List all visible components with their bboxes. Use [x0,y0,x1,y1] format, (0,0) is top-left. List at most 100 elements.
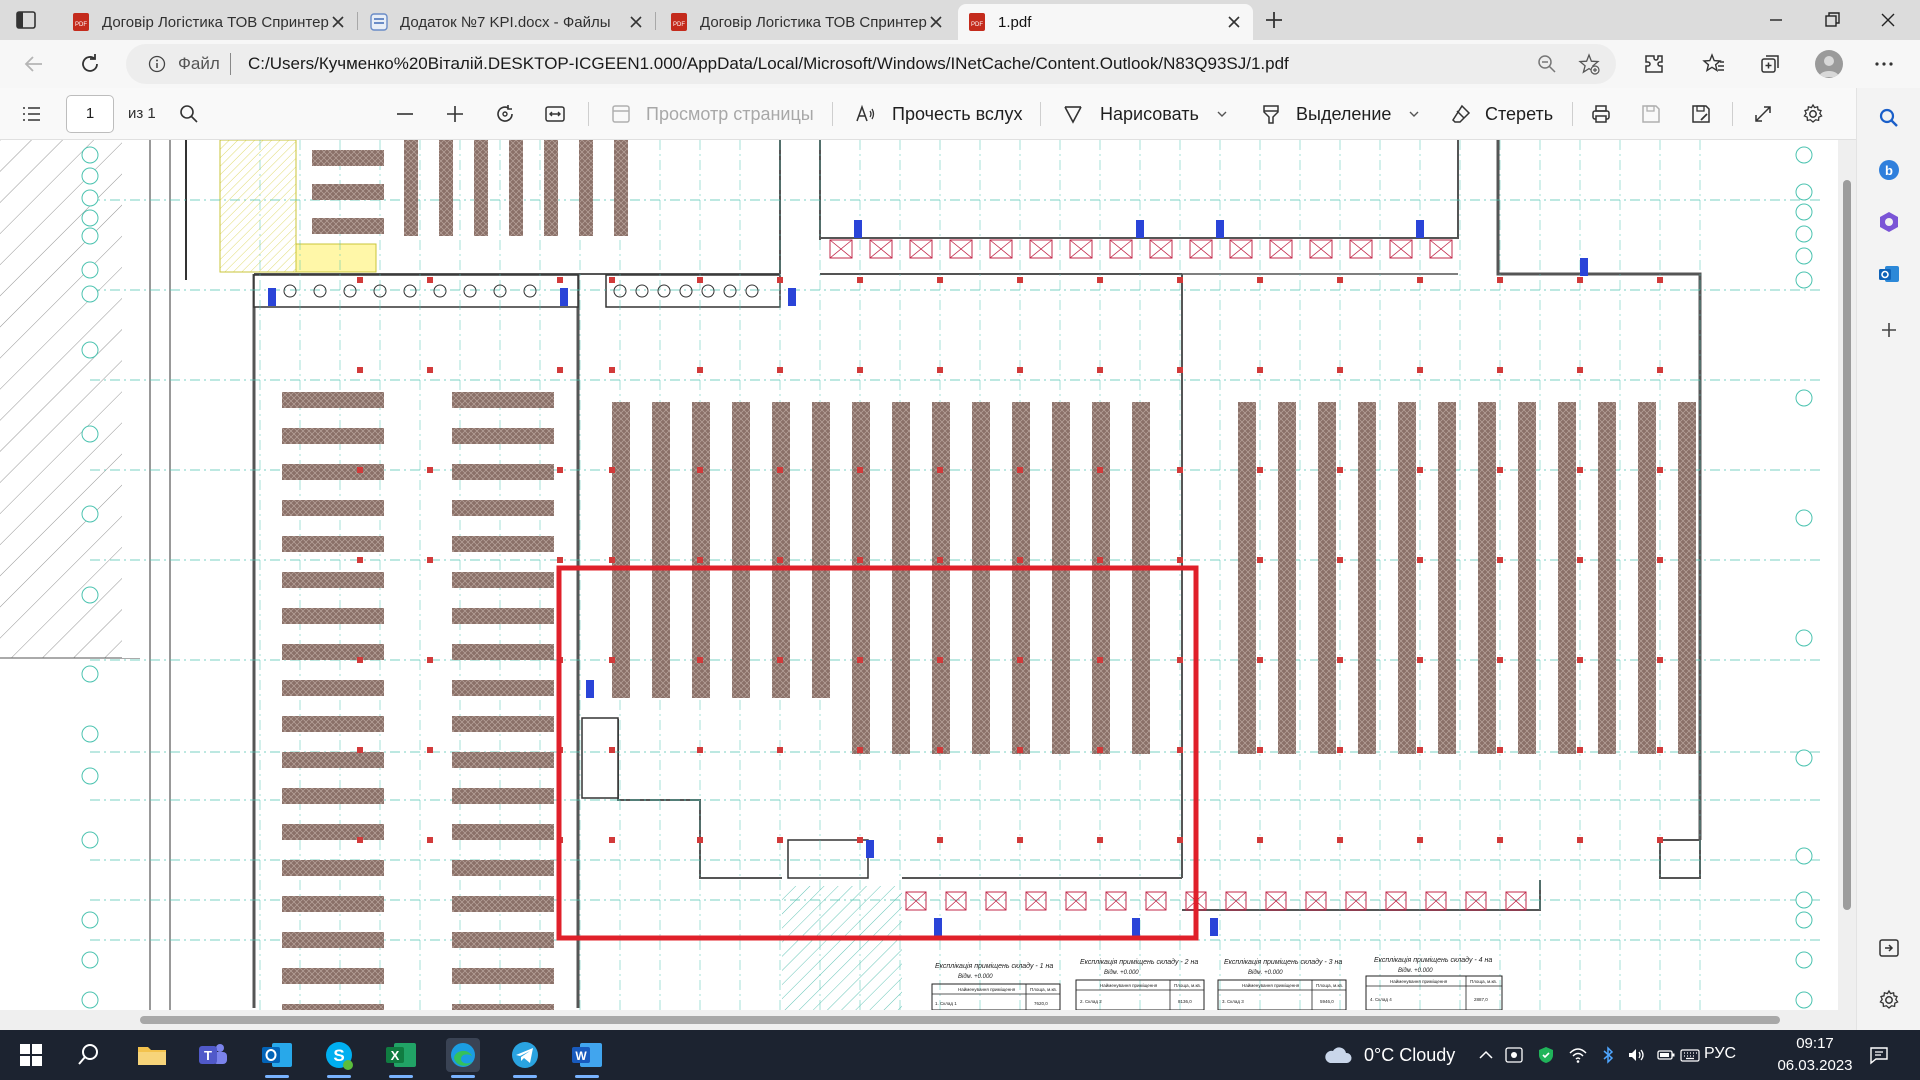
highlight-label[interactable]: Выделение [1296,104,1391,125]
eraser-icon[interactable] [1450,103,1472,125]
skype-icon[interactable]: S [322,1038,356,1078]
minimize-icon[interactable] [1764,8,1788,32]
save-as-icon[interactable] [1690,103,1712,125]
chevron-down-icon[interactable] [1408,108,1420,120]
settings-icon[interactable] [1802,103,1824,125]
zoom-out-icon[interactable] [394,103,416,125]
page-number-input[interactable]: 1 [66,95,114,133]
draw-icon[interactable] [1062,103,1084,125]
weather-text[interactable]: 0°C Cloudy [1364,1045,1455,1066]
pdf-viewport[interactable]: Експлікація приміщень складу - 1 на Відм… [0,140,1856,1010]
security-shield-icon[interactable] [1536,1045,1556,1065]
word-icon[interactable]: W [570,1038,604,1078]
refresh-icon[interactable] [78,52,102,76]
fit-to-width-icon[interactable] [544,103,566,125]
horizontal-scroll-thumb[interactable] [140,1016,1780,1024]
close-icon[interactable] [927,13,945,31]
file-explorer-icon[interactable] [135,1038,169,1072]
pdf-toolbar: 1 из 1 Просмотр страницы Прочесть вслух … [0,88,1856,140]
close-icon[interactable] [329,13,347,31]
search-icon[interactable] [178,103,200,125]
sidebar-settings-icon[interactable] [1877,988,1901,1012]
vertical-scroll-thumb[interactable] [1843,180,1851,910]
hide-sidebar-icon[interactable] [1877,936,1901,960]
collections-icon[interactable] [1758,52,1782,76]
notifications-icon[interactable] [1868,1044,1890,1066]
draw-label[interactable]: Нарисовать [1100,104,1199,125]
windows-start-icon[interactable] [14,1038,48,1072]
page-view-icon[interactable] [610,103,632,125]
volume-icon[interactable] [1626,1045,1646,1065]
close-icon[interactable] [1225,13,1243,31]
telegram-icon[interactable] [508,1038,542,1078]
structural-column [1577,747,1583,753]
tab-1-pdf[interactable]: PDF 1.pdf [958,4,1253,40]
structural-column [857,837,863,843]
print-icon[interactable] [1590,103,1612,125]
vertical-scrollbar[interactable] [1838,140,1856,1010]
tab-contract-2[interactable]: PDF Договір Логістика ТОВ Спринтер [660,4,955,40]
outlook-sidebar-icon[interactable] [1877,262,1901,286]
extensions-icon[interactable] [1642,52,1666,76]
profile-avatar[interactable] [1815,50,1843,78]
input-language[interactable]: РУС [1704,1045,1736,1063]
battery-icon[interactable] [1656,1045,1676,1065]
search-icon[interactable] [1877,106,1901,130]
restore-icon[interactable] [1820,8,1844,32]
close-window-icon[interactable] [1876,8,1900,32]
excel-icon[interactable]: X [384,1038,418,1078]
workspaces-icon[interactable] [14,8,38,32]
teams-icon[interactable]: T [196,1038,230,1072]
url-text[interactable]: C:/Users/Кучменко%20Віталій.DESKTOP-ICGE… [248,54,1289,74]
save-icon[interactable] [1640,103,1662,125]
add-favorite-icon[interactable] [1578,53,1600,75]
structural-column [937,277,943,283]
edge-logo-icon [451,1043,475,1067]
clock-date[interactable]: 06.03.2023 [1767,1057,1863,1074]
show-hidden-icons-chevron-icon[interactable] [1476,1045,1496,1065]
structural-column [1257,367,1263,373]
more-options-icon[interactable] [1872,52,1896,76]
tab-contract-1[interactable]: PDF Договір Логістика ТОВ Спринтер [62,4,357,40]
door-marker [560,288,568,306]
close-icon[interactable] [627,13,645,31]
read-aloud-label[interactable]: Прочесть вслух [892,104,1022,125]
bing-chat-icon[interactable]: b [1877,158,1901,182]
keyboard-icon[interactable] [1680,1045,1700,1065]
favorites-icon[interactable] [1702,52,1726,76]
url-bar[interactable]: Файл C:/Users/Кучменко%20Віталій.DESKTOP… [126,44,1616,84]
storage-rack [1558,402,1576,754]
tray-app-icon[interactable] [1504,1045,1524,1065]
new-tab-icon[interactable] [1262,8,1286,32]
door-marker [586,680,594,698]
structural-column [1657,747,1663,753]
highlight-icon[interactable] [1260,103,1282,125]
edge-icon[interactable] [446,1038,480,1078]
rotate-icon[interactable] [494,103,516,125]
structural-column [1097,837,1103,843]
info-icon[interactable] [148,55,166,73]
cloud-weather-icon[interactable] [1322,1042,1354,1066]
wifi-icon[interactable] [1568,1045,1588,1065]
zoom-in-icon[interactable] [444,103,466,125]
structural-column [427,467,433,473]
clock-time[interactable]: 09:17 [1775,1035,1855,1052]
shopping-icon[interactable] [1877,210,1901,234]
taskbar-search-icon[interactable] [72,1038,106,1072]
grid-axis-bubble [1795,951,1813,969]
outlook-icon[interactable] [260,1038,294,1078]
chevron-down-icon[interactable] [1216,108,1228,120]
tab-kpi-docx[interactable]: Додаток №7 KPI.docx - Файлы [360,4,655,40]
erase-label[interactable]: Стереть [1485,104,1553,125]
horizontal-scrollbar[interactable] [0,1010,1856,1030]
add-icon[interactable] [1877,318,1901,342]
bluetooth-icon[interactable] [1598,1045,1618,1065]
fullscreen-icon[interactable] [1752,103,1774,125]
table-of-contents-icon[interactable] [20,103,42,125]
storage-rack [452,464,554,480]
read-aloud-icon[interactable] [854,103,876,125]
zoom-out-icon[interactable] [1536,53,1558,75]
page-view-label[interactable]: Просмотр страницы [646,104,814,125]
back-icon[interactable] [22,52,46,76]
legend-col2: Площа, м.кв. [1316,983,1343,988]
